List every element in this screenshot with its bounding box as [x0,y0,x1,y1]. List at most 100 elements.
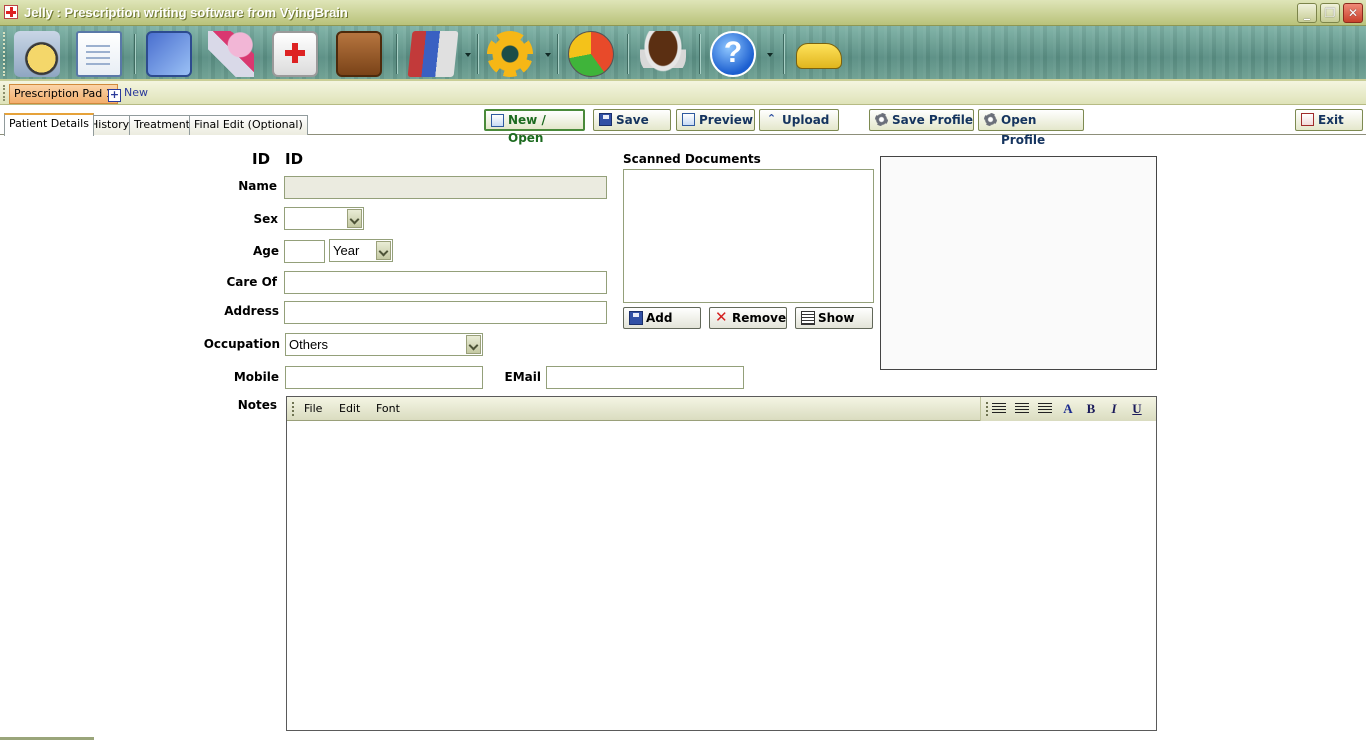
gear-icon [875,113,888,126]
toolbar-separator [557,34,559,74]
help-dropdown-arrow-icon[interactable] [767,53,773,57]
mobile-label: Mobile [233,370,279,384]
restore-button[interactable]: ❐ [1320,3,1340,23]
underline-button[interactable]: U [1128,401,1146,417]
floppy-disk-icon [629,311,643,325]
age-unit-select[interactable]: Year [329,239,393,262]
tab-prescription-pad-1[interactable]: Prescription Pad 1 [9,84,118,104]
document-tab-strip: Prescription Pad 1 + New [0,81,1366,105]
minimize-button[interactable]: _ [1297,3,1317,23]
id-value: ID [285,150,304,168]
scanned-documents-label: Scanned Documents [623,152,761,166]
upload-label: Upload [782,113,830,127]
prescription-pad-icon[interactable] [76,31,122,77]
open-profile-button[interactable]: Open Profile [978,109,1084,147]
format-toolbar-grip [986,402,988,416]
save-label: Save [616,113,649,127]
menubar-grip [292,402,294,416]
new-pad-label: New [124,86,148,99]
name-field[interactable] [284,176,607,199]
menu-file[interactable]: File [304,402,322,415]
font-color-button[interactable]: A [1059,401,1077,417]
age-label: Age [252,244,279,258]
tab-treatment[interactable]: Treatment [129,115,195,135]
books-dropdown-arrow-icon[interactable] [465,53,471,57]
pie-chart-icon[interactable] [568,31,614,77]
taxi-icon[interactable] [796,43,842,69]
bold-button[interactable]: B [1082,401,1100,417]
add-label: Add [646,311,673,325]
tab-final-edit[interactable]: Final Edit (Optional) [189,115,308,135]
gear-icon [984,113,997,126]
books-icon[interactable] [407,31,459,77]
photo-gallery-icon[interactable] [146,31,192,77]
age-field[interactable] [284,240,325,263]
address-field[interactable] [284,301,607,324]
email-label: EMail [504,370,541,384]
toolbar-separator [477,34,479,74]
chevron-down-icon[interactable] [347,209,362,228]
open-profile-label: Open Profile [1001,113,1046,147]
address-label: Address [224,304,279,318]
upload-button[interactable]: ⌃ Upload [759,109,839,131]
toolbar-separator [699,34,701,74]
save-profile-button[interactable]: Save Profile [869,109,974,131]
care-of-field[interactable] [284,271,607,294]
save-button[interactable]: Save [593,109,671,131]
calendar-clock-icon[interactable] [14,31,60,77]
exit-button[interactable]: Exit [1295,109,1363,131]
first-aid-kit-icon[interactable] [272,31,318,77]
age-unit-value: Year [333,243,360,258]
occupation-value: Others [289,337,329,352]
new-document-icon [491,114,504,127]
remove-document-button[interactable]: ✕ Remove [709,307,787,329]
medicine-pills-icon[interactable] [208,31,254,77]
mobile-field[interactable] [285,366,483,389]
occupation-select[interactable]: Others [285,333,483,356]
chevron-down-icon[interactable] [466,335,481,354]
occupation-label: Occupation [203,337,280,351]
new-open-button[interactable]: New / Open [484,109,585,145]
add-document-button[interactable]: Add [623,307,701,329]
preview-document-icon [682,113,695,126]
italic-button[interactable]: I [1105,401,1123,417]
new-pad-button[interactable]: + New [108,85,148,103]
floppy-disk-icon [599,113,612,126]
scanned-documents-list[interactable] [623,169,874,303]
toolbar-separator [783,34,785,74]
settings-dropdown-arrow-icon[interactable] [545,53,551,57]
exit-door-icon [1301,113,1314,126]
preview-button[interactable]: Preview [676,109,755,131]
remove-label: Remove [732,311,787,325]
toolbar-separator [627,34,629,74]
menu-font[interactable]: Font [376,402,400,415]
format-toolbar: A B I U [980,397,1156,421]
tab-patient-details[interactable]: Patient Details [4,113,94,136]
id-label: ID [252,150,271,168]
show-document-button[interactable]: Show [795,307,873,329]
menu-edit[interactable]: Edit [339,402,360,415]
settings-gear-icon[interactable] [487,31,533,77]
sex-select[interactable] [284,207,364,230]
document-preview-box [880,156,1157,370]
coffee-cup-icon[interactable] [640,31,686,77]
notes-editor: File Edit Font A B I U [286,396,1157,731]
close-button[interactable]: ✕ [1343,3,1363,23]
toolbar-grip[interactable] [3,32,6,76]
align-center-icon[interactable] [1015,403,1029,414]
remove-x-icon: ✕ [715,308,728,326]
align-left-icon[interactable] [992,403,1006,414]
align-right-icon[interactable] [1038,403,1052,414]
plus-icon: + [108,88,121,102]
title-bar: Jelly : Prescription writing software fr… [0,0,1366,26]
care-of-label: Care Of [226,275,277,289]
doctor-bag-icon[interactable] [336,31,382,77]
chevron-down-icon[interactable] [376,241,391,260]
upload-arrow-icon: ⌃ [766,112,777,125]
email-field[interactable] [546,366,744,389]
app-icon[interactable] [4,5,18,19]
main-toolbar: ? [0,26,1366,81]
notes-text-area[interactable] [287,422,1156,730]
show-label: Show [818,311,855,325]
help-icon[interactable]: ? [710,31,756,77]
